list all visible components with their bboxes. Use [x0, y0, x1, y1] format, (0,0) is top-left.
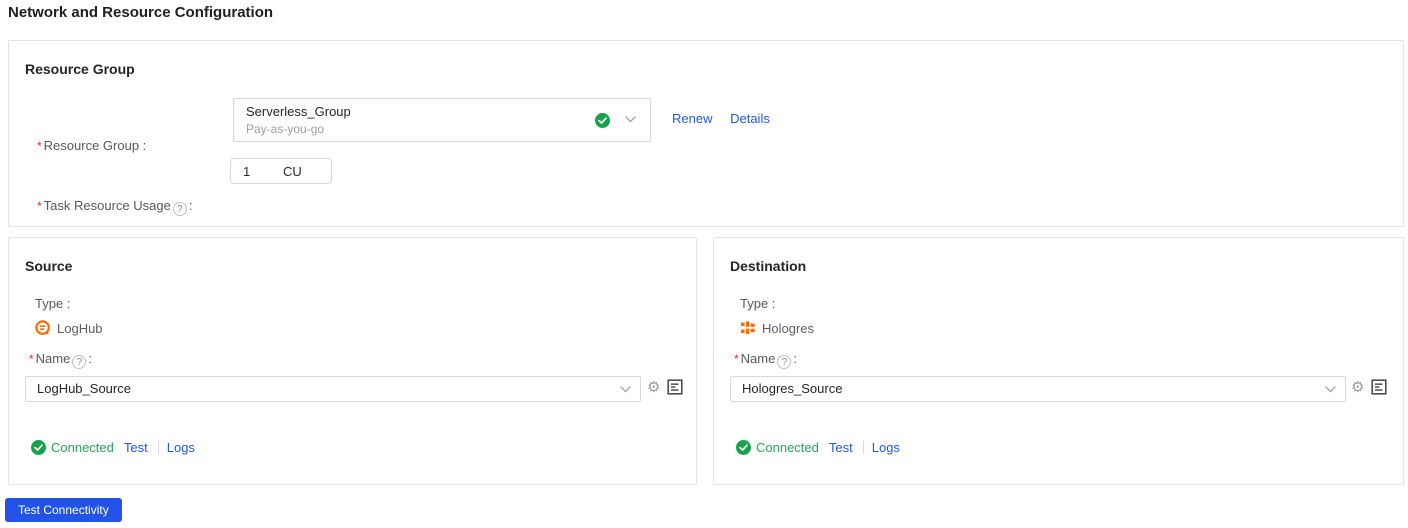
chevron-down-icon: [625, 116, 636, 123]
source-panel: Source Type : LogHub * Name?: LogHub_Sour…: [8, 237, 697, 485]
destination-name-select[interactable]: Hologres_Source: [730, 376, 1346, 402]
renew-link[interactable]: Renew: [672, 111, 712, 126]
check-circle-icon: [595, 113, 610, 128]
destination-status-text: Connected: [756, 440, 819, 455]
divider: [157, 441, 159, 454]
cu-unit-label: CU: [283, 163, 302, 179]
destination-test-link[interactable]: Test: [829, 440, 853, 455]
source-name-label: * Name?:: [29, 351, 92, 369]
required-marker: *: [734, 352, 739, 366]
destination-type-label: Type :: [740, 296, 776, 311]
source-name-label-text: Name: [35, 351, 71, 366]
source-connectivity-row: Connected Test Logs: [31, 440, 195, 455]
resource-group-select[interactable]: Serverless_Group Pay-as-you-go: [233, 98, 651, 142]
source-type-name: LogHub: [57, 320, 103, 336]
task-resource-usage-label: * Task Resource Usage?:: [37, 198, 192, 216]
destination-heading: Destination: [730, 258, 807, 274]
resource-group-select-subtitle: Pay-as-you-go: [246, 122, 325, 136]
destination-name-select-value: Hologres_Source: [742, 381, 843, 396]
required-marker: *: [37, 139, 42, 153]
task-resource-usage-field: CU: [230, 158, 332, 184]
datasource-detail-icon[interactable]: [667, 379, 683, 395]
task-resource-usage-input[interactable]: [231, 159, 275, 183]
required-marker: *: [29, 352, 34, 366]
divider: [862, 441, 864, 454]
check-circle-icon: [736, 440, 751, 455]
label-colon: :: [188, 198, 193, 213]
source-logs-link[interactable]: Logs: [167, 440, 195, 455]
check-circle-icon: [31, 440, 46, 455]
label-colon: :: [88, 351, 92, 366]
source-type-value: LogHub: [35, 320, 103, 336]
source-heading: Source: [25, 258, 73, 274]
test-connectivity-button[interactable]: Test Connectivity: [5, 498, 122, 522]
destination-name-label-text: Name: [740, 351, 776, 366]
destination-type-value: Hologres: [740, 320, 814, 336]
source-test-link[interactable]: Test: [124, 440, 148, 455]
details-link[interactable]: Details: [730, 111, 770, 126]
page-title: Network and Resource Configuration: [8, 4, 274, 21]
source-type-label: Type :: [35, 296, 71, 311]
resource-group-label-text: Resource Group :: [43, 138, 147, 153]
gear-icon[interactable]: ⚙: [1351, 378, 1364, 398]
destination-type-name: Hologres: [762, 320, 815, 336]
help-icon[interactable]: ?: [172, 202, 187, 216]
datasource-detail-icon[interactable]: [1371, 379, 1387, 395]
resource-group-label: * Resource Group :: [37, 138, 146, 153]
gear-icon[interactable]: ⚙: [647, 378, 660, 398]
resource-group-select-value: Serverless_Group: [246, 104, 351, 119]
source-name-select-value: LogHub_Source: [37, 381, 131, 396]
help-icon[interactable]: ?: [72, 355, 87, 369]
resource-group-panel: Resource Group * Resource Group : Serverl…: [8, 40, 1404, 227]
chevron-down-icon: [620, 386, 631, 393]
resource-group-links: Renew Details: [672, 111, 770, 126]
required-marker: *: [37, 199, 42, 213]
loghub-icon: [35, 320, 51, 336]
destination-name-label: * Name?:: [734, 351, 797, 369]
task-resource-usage-label-text: Task Resource Usage: [43, 198, 171, 213]
destination-panel: Destination Type : Hologres * Name?: Holo…: [713, 237, 1404, 485]
destination-connectivity-row: Connected Test Logs: [736, 440, 900, 455]
resource-group-heading: Resource Group: [25, 61, 135, 77]
help-icon[interactable]: ?: [777, 355, 792, 369]
hologres-icon: [740, 320, 756, 336]
chevron-down-icon: [1325, 386, 1336, 393]
source-status-text: Connected: [51, 440, 114, 455]
destination-logs-link[interactable]: Logs: [872, 440, 900, 455]
source-name-select[interactable]: LogHub_Source: [25, 376, 641, 402]
label-colon: :: [793, 351, 797, 366]
